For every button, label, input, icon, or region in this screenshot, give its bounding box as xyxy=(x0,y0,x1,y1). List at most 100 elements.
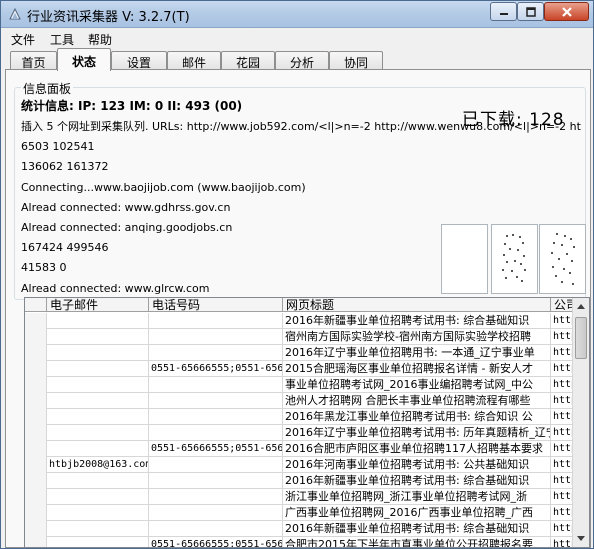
tab-garden[interactable]: 花园 xyxy=(221,51,275,70)
company-cell[interactable]: http xyxy=(551,329,573,345)
tab-analysis[interactable]: 分析 xyxy=(275,51,329,70)
phone-cell[interactable] xyxy=(149,409,283,425)
maximize-button[interactable] xyxy=(517,2,544,21)
page-title-cell[interactable]: 2015合肥瑶海区事业单位招聘报名详情 - 新安人才 xyxy=(283,361,551,377)
phone-cell[interactable] xyxy=(149,489,283,505)
company-cell[interactable]: http xyxy=(551,489,573,505)
table-row[interactable]: htbjb2008@163.com 2016年河南事业单位招聘考试用书: 公共基础… xyxy=(25,457,573,473)
tab-collab[interactable]: 协同 xyxy=(329,51,383,70)
row-index-cell[interactable] xyxy=(25,537,47,547)
column-header-page-title[interactable]: 网页标题 xyxy=(283,298,551,312)
scroll-thumb[interactable] xyxy=(575,317,587,359)
tab-settings[interactable]: 设置 xyxy=(111,51,167,70)
row-index-cell[interactable] xyxy=(25,361,47,377)
row-index-cell[interactable] xyxy=(25,521,47,537)
phone-cell[interactable] xyxy=(149,457,283,473)
phone-cell[interactable] xyxy=(149,473,283,489)
email-cell[interactable] xyxy=(47,377,149,393)
page-title-cell[interactable]: 2016年黑龙江事业单位招聘考试用书: 综合知识 公 xyxy=(283,409,551,425)
row-index-cell[interactable] xyxy=(25,377,47,393)
company-cell[interactable]: http xyxy=(551,457,573,473)
column-header-email[interactable]: 电子邮件 xyxy=(47,298,149,312)
email-cell[interactable] xyxy=(47,361,149,377)
phone-cell[interactable] xyxy=(149,345,283,361)
table-row[interactable]: 0551-65666555;0551-656 2016合肥市庐阳区事业单位招聘11… xyxy=(25,441,573,457)
column-header-phone[interactable]: 电话号码 xyxy=(149,298,283,312)
row-index-cell[interactable] xyxy=(25,393,47,409)
results-grid[interactable]: 电子邮件 电话号码 网页标题 公司 2016年新疆事业单位招聘考试用书: 综合基… xyxy=(24,297,590,548)
row-index-cell[interactable] xyxy=(25,441,47,457)
page-title-cell[interactable]: 2016年辽宁事业单位招聘考试用书: 历年真题精析_辽宁 xyxy=(283,425,551,441)
company-cell[interactable]: http xyxy=(551,425,573,441)
table-row[interactable]: 池州人才招聘网 合肥长丰事业单位招聘流程有哪些http xyxy=(25,393,573,409)
phone-cell[interactable] xyxy=(149,425,283,441)
company-cell[interactable]: http xyxy=(551,537,573,547)
page-title-cell[interactable]: 事业单位招聘考试网_2016事业编招聘考试网_中公 xyxy=(283,377,551,393)
page-title-cell[interactable]: 2016年河南事业单位招聘考试用书: 公共基础知识 xyxy=(283,457,551,473)
table-row[interactable]: 宿州南方国际实验学校-宿州南方国际实验学校招聘http xyxy=(25,329,573,345)
phone-cell[interactable] xyxy=(149,505,283,521)
email-cell[interactable] xyxy=(47,313,149,329)
email-cell[interactable] xyxy=(47,473,149,489)
company-cell[interactable]: http xyxy=(551,345,573,361)
phone-cell[interactable] xyxy=(149,521,283,537)
table-row[interactable]: 0551-65666555;0551-656 合肥市2015年下半年市直事业单位公… xyxy=(25,537,573,547)
row-index-cell[interactable] xyxy=(25,409,47,425)
company-cell[interactable]: http xyxy=(551,361,573,377)
phone-cell[interactable] xyxy=(149,393,283,409)
table-row[interactable]: 2016年黑龙江事业单位招聘考试用书: 综合知识 公http xyxy=(25,409,573,425)
company-cell[interactable]: http xyxy=(551,409,573,425)
table-row[interactable]: 2016年辽宁事业单位招聘考试用书: 历年真题精析_辽宁http xyxy=(25,425,573,441)
table-row[interactable]: 2016年新疆事业单位招聘考试用书: 综合基础知识http xyxy=(25,313,573,329)
tab-mail[interactable]: 邮件 xyxy=(167,51,221,70)
page-title-cell[interactable]: 宿州南方国际实验学校-宿州南方国际实验学校招聘 xyxy=(283,329,551,345)
column-header-company[interactable]: 公司 xyxy=(551,298,573,312)
row-index-cell[interactable] xyxy=(25,345,47,361)
close-button[interactable] xyxy=(544,2,589,21)
grid-vertical-scrollbar[interactable] xyxy=(572,298,589,547)
company-cell[interactable]: http xyxy=(551,473,573,489)
email-cell[interactable] xyxy=(47,489,149,505)
company-cell[interactable]: http xyxy=(551,313,573,329)
email-cell[interactable] xyxy=(47,537,149,547)
email-cell[interactable]: htbjb2008@163.com xyxy=(47,457,149,473)
phone-cell[interactable] xyxy=(149,313,283,329)
phone-cell[interactable]: 0551-65666555;0551-656 xyxy=(149,361,283,377)
table-row[interactable]: 0551-65666555;0551-656 2015合肥瑶海区事业单位招聘报名详… xyxy=(25,361,573,377)
row-index-cell[interactable] xyxy=(25,505,47,521)
scroll-up-button[interactable] xyxy=(573,298,589,315)
email-cell[interactable] xyxy=(47,345,149,361)
table-row[interactable]: 2016年辽宁事业单位招聘用书: 一本通_辽宁事业单http xyxy=(25,345,573,361)
phone-cell[interactable] xyxy=(149,329,283,345)
table-row[interactable]: 广西事业单位招聘网_2016广西事业单位招聘_广西http xyxy=(25,505,573,521)
email-cell[interactable] xyxy=(47,393,149,409)
row-index-cell[interactable] xyxy=(25,329,47,345)
menu-tools[interactable]: 工具 xyxy=(50,31,74,48)
page-title-cell[interactable]: 2016年新疆事业单位招聘考试用书: 综合基础知识 xyxy=(283,313,551,329)
menu-help[interactable]: 帮助 xyxy=(88,31,112,48)
menu-file[interactable]: 文件 xyxy=(11,31,35,48)
tab-status[interactable]: 状态 xyxy=(57,48,111,71)
minimize-button[interactable] xyxy=(490,2,517,21)
company-cell[interactable]: http xyxy=(551,521,573,537)
table-row[interactable]: 2016年新疆事业单位招聘考试用书: 综合基础知识http xyxy=(25,521,573,537)
page-title-cell[interactable]: 2016年新疆事业单位招聘考试用书: 综合基础知识 xyxy=(283,521,551,537)
email-cell[interactable] xyxy=(47,441,149,457)
page-title-cell[interactable]: 广西事业单位招聘网_2016广西事业单位招聘_广西 xyxy=(283,505,551,521)
page-title-cell[interactable]: 合肥市2015年下半年市直事业单位公开招聘报名要 xyxy=(283,537,551,547)
page-title-cell[interactable]: 2016合肥市庐阳区事业单位招聘117人招聘基本要求 xyxy=(283,441,551,457)
company-cell[interactable]: http xyxy=(551,377,573,393)
table-row[interactable]: 2016年新疆事业单位招聘考试用书: 综合基础知识http xyxy=(25,473,573,489)
row-index-cell[interactable] xyxy=(25,457,47,473)
column-header-index[interactable] xyxy=(25,298,47,312)
email-cell[interactable] xyxy=(47,425,149,441)
email-cell[interactable] xyxy=(47,505,149,521)
email-cell[interactable] xyxy=(47,409,149,425)
scroll-down-button[interactable] xyxy=(573,530,589,547)
page-title-cell[interactable]: 池州人才招聘网 合肥长丰事业单位招聘流程有哪些 xyxy=(283,393,551,409)
title-bar[interactable]: 行业资讯采集器 V: 3.2.7(T) xyxy=(1,1,593,28)
page-title-cell[interactable]: 浙江事业单位招聘网_浙江事业单位招聘考试网_浙 xyxy=(283,489,551,505)
row-index-cell[interactable] xyxy=(25,313,47,329)
page-title-cell[interactable]: 2016年辽宁事业单位招聘用书: 一本通_辽宁事业单 xyxy=(283,345,551,361)
company-cell[interactable]: http xyxy=(551,505,573,521)
